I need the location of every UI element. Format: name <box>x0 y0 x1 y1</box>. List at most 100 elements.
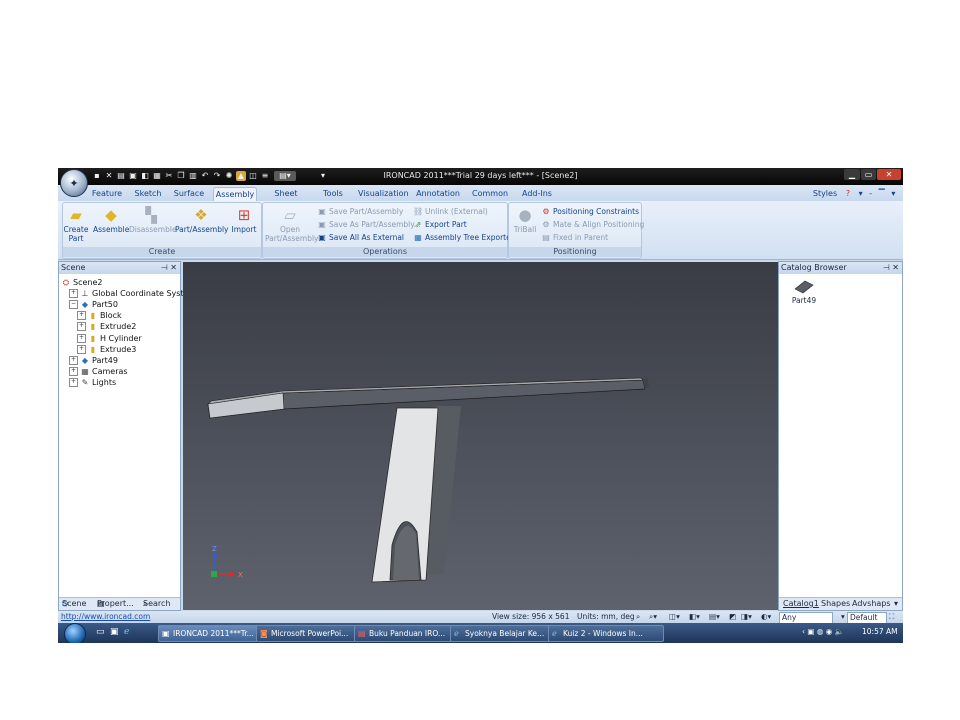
footer-tab-shapes[interactable]: Shapes <box>821 598 850 610</box>
smart-select-icon[interactable]: ◐▾ <box>761 611 771 623</box>
taskbar-item-ironcad[interactable]: ▣ IRONCAD 2011***Tr... <box>158 625 266 642</box>
tab-sketch[interactable]: Sketch <box>132 187 164 201</box>
tab-feature[interactable]: Feature <box>90 187 124 201</box>
open-part-assembly-button[interactable]: ▱ Open Part/Assembly <box>265 206 319 243</box>
assemble-button[interactable]: ◆ Assemble <box>93 206 129 234</box>
camera-icon[interactable]: ▤▾ <box>709 611 720 623</box>
tree-item-part50[interactable]: − ◆ Part50 <box>69 300 118 310</box>
minimize-button[interactable]: ▁ <box>844 169 860 180</box>
ribbon-options-icon[interactable]: ▾ - ▔ ▾ <box>858 187 898 201</box>
model-canvas: Z X <box>207 377 649 583</box>
tree-item-block[interactable]: + ▮ Block <box>77 311 122 321</box>
zoom-icon[interactable]: ⌕ <box>636 611 640 623</box>
positioning-constraints-button[interactable]: ⚙ Positioning Constraints <box>541 207 639 217</box>
axis-icon: ⊥ <box>81 289 89 299</box>
taskbar-item-browser-2[interactable]: ℯ Kuiz 2 - Windows In... <box>548 625 664 642</box>
tab-tools[interactable]: Tools <box>320 187 346 201</box>
tree-item-extrude3[interactable]: + ▮ Extrude3 <box>77 344 136 355</box>
panel-pin-close-icon[interactable]: ⊣ ✕ <box>161 262 177 274</box>
zoom-out-icon[interactable]: ⌕▾ <box>649 611 657 623</box>
taskbar-item-powerpoint[interactable]: ◙ Microsoft PowerPoi... <box>256 625 364 642</box>
disassemble-icon: ▚ <box>145 206 157 224</box>
tree-item-global-coordinate-system[interactable]: + ⊥ Global Coordinate System <box>69 289 196 299</box>
tab-assembly[interactable]: Assembly <box>213 187 257 202</box>
internet-explorer-icon[interactable]: ℯ <box>124 627 129 637</box>
taskbar-item-pdf[interactable]: ▤ Buku Panduan IRO... <box>354 625 460 642</box>
close-button[interactable]: ✕ <box>877 169 901 180</box>
save-as-part-assembly-button[interactable]: ▣ Save As Part/Assembly... <box>317 220 421 230</box>
tab-sheet-metal[interactable]: Sheet Metal <box>264 187 308 211</box>
part-assembly-button[interactable]: ❖ Part/Assembly <box>175 206 228 234</box>
expand-toggle-icon[interactable]: + <box>77 344 86 354</box>
unlink-external-button[interactable]: ⛓ Unlink (External) <box>413 207 488 217</box>
catalog-pin-close-icon[interactable]: ⊣ ✕ <box>883 262 899 274</box>
open-label-2: Part/Assembly <box>265 234 319 243</box>
expand-toggle-icon[interactable]: + <box>77 333 86 343</box>
network-icon[interactable]: ⛶ <box>889 611 894 623</box>
assembly-tree-exporter-button[interactable]: ▦ Assembly Tree Exporter <box>413 233 514 243</box>
tree-item-cameras[interactable]: + ▦ Cameras <box>69 366 128 377</box>
taskbar-item-browser-1[interactable]: ℯ Syoknya Belajar Ke... <box>450 625 558 642</box>
footer-tab-catalog1[interactable]: Catalog1 <box>783 598 819 610</box>
tab-visualization[interactable]: Visualization <box>358 187 409 201</box>
help-icon[interactable]: ? <box>842 187 854 201</box>
application-menu-button[interactable]: ✦ <box>60 169 88 197</box>
expand-toggle-icon[interactable]: + <box>69 289 78 299</box>
triball-button[interactable]: ● TriBall <box>511 206 539 234</box>
show-desktop-icon[interactable]: ▭ <box>96 627 105 637</box>
export-part-button[interactable]: ⇗ Export Part <box>413 220 467 230</box>
z-axis-label: Z <box>212 545 217 553</box>
tree-item-lights[interactable]: + ✎ Lights <box>69 377 116 388</box>
unlink-icon: ⛓ <box>413 207 424 216</box>
switch-windows-icon[interactable]: ▣ <box>110 627 119 637</box>
save-icon: ▣ <box>318 207 326 216</box>
ironcad-url-link[interactable]: http://www.ironcad.com <box>61 611 150 623</box>
render-mode-icon[interactable]: ◨▾ <box>741 611 752 623</box>
feature-icon: ▮ <box>90 333 96 343</box>
create-part-button[interactable]: ▰ Create Part <box>63 206 89 243</box>
system-tray-icons[interactable]: ‹ ▣ ◍ ◉ 🔈 <box>802 627 844 636</box>
tree-item-extrude2[interactable]: + ▮ Extrude2 <box>77 322 136 332</box>
tab-add-ins[interactable]: Add-Ins <box>520 187 554 201</box>
tab-common[interactable]: Common <box>472 187 508 201</box>
fixed-in-parent-button[interactable]: ▤ Fixed in Parent <box>541 233 608 243</box>
expand-toggle-icon[interactable]: + <box>69 366 78 376</box>
ie-icon: ℯ <box>454 629 459 638</box>
positioning-group-label: Positioning <box>509 247 641 257</box>
part-icon: ◆ <box>81 355 89 365</box>
expand-toggle-icon[interactable]: + <box>69 377 78 387</box>
feature-icon: ▮ <box>90 311 96 321</box>
view-cube-icon[interactable]: ◫▾ <box>669 611 680 623</box>
section-icon[interactable]: ◧▾ <box>689 611 700 623</box>
title-bar: ▪ ✕ ▤ ▣ ◧ ▦ ✂ ❐ ▥ ↶ ↷ ✺ ▲ ◫ ≡ ▤▾ ▾ IRONC… <box>58 168 903 185</box>
expand-toggle-icon[interactable]: − <box>69 300 78 310</box>
start-button[interactable] <box>64 623 86 643</box>
maximize-button[interactable]: ▭ <box>861 169 876 180</box>
catalog-menu-icon[interactable]: ▾ <box>894 598 898 610</box>
mate-align-label: Mate & Align Positioning <box>553 220 645 229</box>
footer-tab-advshaps[interactable]: Advshaps <box>852 598 891 610</box>
tab-surface[interactable]: Surface <box>172 187 206 201</box>
taskbar-item-browser-2-label: Kuiz 2 - Windows In... <box>563 629 643 638</box>
disassemble-button[interactable]: ▚ Disassemble <box>129 206 177 234</box>
styles-menu[interactable]: Styles <box>812 187 838 201</box>
catalog-item-part49[interactable]: Part49 <box>791 279 817 305</box>
expand-toggle-icon[interactable]: + <box>77 322 86 332</box>
mate-align-icon: ⚙ <box>542 220 550 229</box>
save-all-external-button[interactable]: ▣ Save All As External <box>317 233 404 243</box>
tree-item-h-cylinder[interactable]: + ▮ H Cylinder <box>77 333 142 344</box>
3d-viewport[interactable]: Z X <box>183 262 778 610</box>
mate-align-button[interactable]: ⚙ Mate & Align Positioning <box>541 220 644 230</box>
tree-item-part49[interactable]: + ◆ Part49 <box>69 355 118 366</box>
save-part-assembly-button[interactable]: ▣ Save Part/Assembly <box>317 207 403 217</box>
filter-chevron-icon[interactable]: ▾ <box>841 611 845 623</box>
scene-panel-title: Scene <box>61 263 86 272</box>
expand-toggle-icon[interactable]: + <box>69 355 78 365</box>
tree-item-scene2[interactable]: ⛭ Scene2 <box>61 278 103 288</box>
status-bar: http://www.ironcad.com View size: 956 x … <box>58 611 903 624</box>
tab-annotation[interactable]: Annotation <box>416 187 460 201</box>
shading-icon[interactable]: ◩ <box>729 611 736 623</box>
import-button[interactable]: ⊞ Import <box>229 206 259 234</box>
pdf-icon: ▤ <box>358 629 366 638</box>
expand-toggle-icon[interactable]: + <box>77 311 86 321</box>
